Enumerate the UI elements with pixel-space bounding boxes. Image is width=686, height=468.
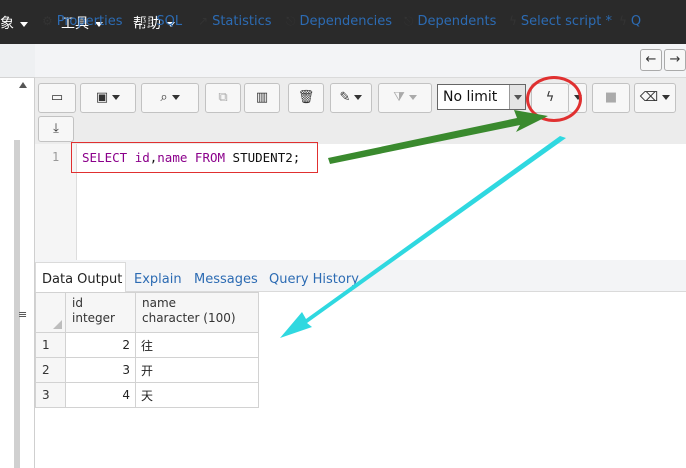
filter-button[interactable]: ⧩	[378, 83, 432, 113]
properties-icon: ⚙	[42, 14, 53, 28]
column-header-id[interactable]: id integer	[65, 292, 136, 333]
cell-id[interactable]: 3	[65, 357, 136, 383]
row-number[interactable]: 3	[35, 382, 66, 408]
row-limit-select[interactable]: No limit	[437, 84, 526, 110]
sql-token: SELECT	[82, 150, 135, 165]
delete-button[interactable]: 🗑	[288, 83, 324, 113]
column-name: name	[142, 296, 177, 310]
statistics-icon: ↗	[198, 14, 209, 28]
lightning-icon: ϟ	[619, 14, 627, 28]
column-header-name[interactable]: name character (100)	[135, 292, 259, 333]
tab-explain[interactable]: Explain	[134, 272, 182, 287]
browser-panel-header	[0, 44, 35, 78]
tab-dependencies[interactable]: ⎋ Dependencies	[286, 14, 392, 29]
column-name: id	[72, 296, 83, 310]
row-number[interactable]: 1	[35, 332, 66, 358]
tab-scroll-right-button[interactable]: →	[664, 49, 686, 71]
download-icon: ⤓	[53, 121, 59, 136]
sql-icon: ▤	[141, 14, 153, 28]
tab-data-output[interactable]: Data Output	[42, 272, 122, 287]
panel-tab-bar	[35, 44, 686, 78]
tab-messages[interactable]: Messages	[194, 272, 258, 287]
results-tab-bar	[35, 260, 686, 292]
execute-highlight-circle	[526, 76, 582, 122]
save-button[interactable]: ▣	[80, 83, 136, 113]
sql-token: id	[134, 150, 150, 165]
tab-sql[interactable]: ▤ SQL	[141, 14, 182, 29]
sql-token: name	[157, 150, 188, 165]
dependents-icon: ⎋	[404, 14, 414, 28]
lightning-icon: ϟ	[509, 14, 517, 28]
tab-query-history[interactable]: Query History	[269, 272, 359, 287]
copy-icon: ⧉	[218, 90, 228, 105]
tab-query[interactable]: ϟQ	[619, 14, 641, 29]
dependencies-icon: ⎋	[286, 14, 296, 28]
paste-button[interactable]: ▥	[244, 83, 280, 113]
clear-button[interactable]: ⌫	[634, 83, 676, 113]
copy-button[interactable]: ⧉	[205, 83, 241, 113]
eraser-icon: ⌫	[639, 90, 659, 105]
cell-id[interactable]: 4	[65, 382, 136, 408]
trash-icon: 🗑	[297, 90, 315, 105]
edit-icon: ✎	[339, 90, 351, 105]
row-number[interactable]: 2	[35, 357, 66, 383]
filter-icon: ⧩	[393, 90, 405, 105]
stop-button[interactable]: ■	[592, 83, 630, 113]
folder-icon: ▭	[50, 90, 64, 105]
stop-icon: ■	[604, 90, 618, 105]
scroll-up-icon[interactable]	[19, 82, 27, 88]
menu-object[interactable]: 对象	[0, 13, 28, 33]
select-all-corner[interactable]	[35, 292, 66, 333]
paste-icon: ▥	[255, 90, 269, 105]
cell-name[interactable]: 天	[135, 382, 259, 408]
floppy-icon: ▣	[95, 90, 109, 105]
find-button[interactable]: ⌕	[141, 83, 199, 113]
download-button[interactable]: ⤓	[38, 116, 74, 142]
line-number: 1	[52, 150, 60, 164]
results-table: id integer name character (100) 1 2 往 2 …	[35, 292, 259, 408]
cell-name[interactable]: 往	[135, 332, 259, 358]
tab-scroll-left-button[interactable]: ←	[640, 49, 662, 71]
cell-id[interactable]: 2	[65, 332, 136, 358]
tab-properties[interactable]: ⚙ Properties	[42, 14, 122, 29]
table-row[interactable]: 1 2 往	[35, 332, 259, 358]
edit-button[interactable]: ✎	[330, 83, 372, 113]
tab-dependents[interactable]: ⎋ Dependents	[404, 14, 496, 29]
column-type: integer	[72, 311, 115, 325]
chevron-down-icon[interactable]	[509, 85, 525, 109]
table-row[interactable]: 2 3 开	[35, 357, 259, 383]
sql-token: STUDENT2;	[225, 150, 301, 165]
cell-name[interactable]: 开	[135, 357, 259, 383]
sql-statement[interactable]: SELECT id,name FROM STUDENT2;	[82, 150, 300, 165]
column-type: character (100)	[142, 311, 236, 325]
table-row[interactable]: 3 4 天	[35, 382, 259, 408]
browser-scrollbar[interactable]	[14, 140, 20, 468]
search-icon: ⌕	[160, 90, 168, 105]
tab-select-script[interactable]: ϟ Select script *	[509, 14, 612, 29]
splitter-handle-icon[interactable]: ≡	[18, 308, 27, 321]
open-file-button[interactable]: ▭	[38, 83, 76, 113]
tab-statistics[interactable]: ↗ Statistics	[198, 14, 272, 29]
sql-token: FROM	[194, 150, 226, 165]
